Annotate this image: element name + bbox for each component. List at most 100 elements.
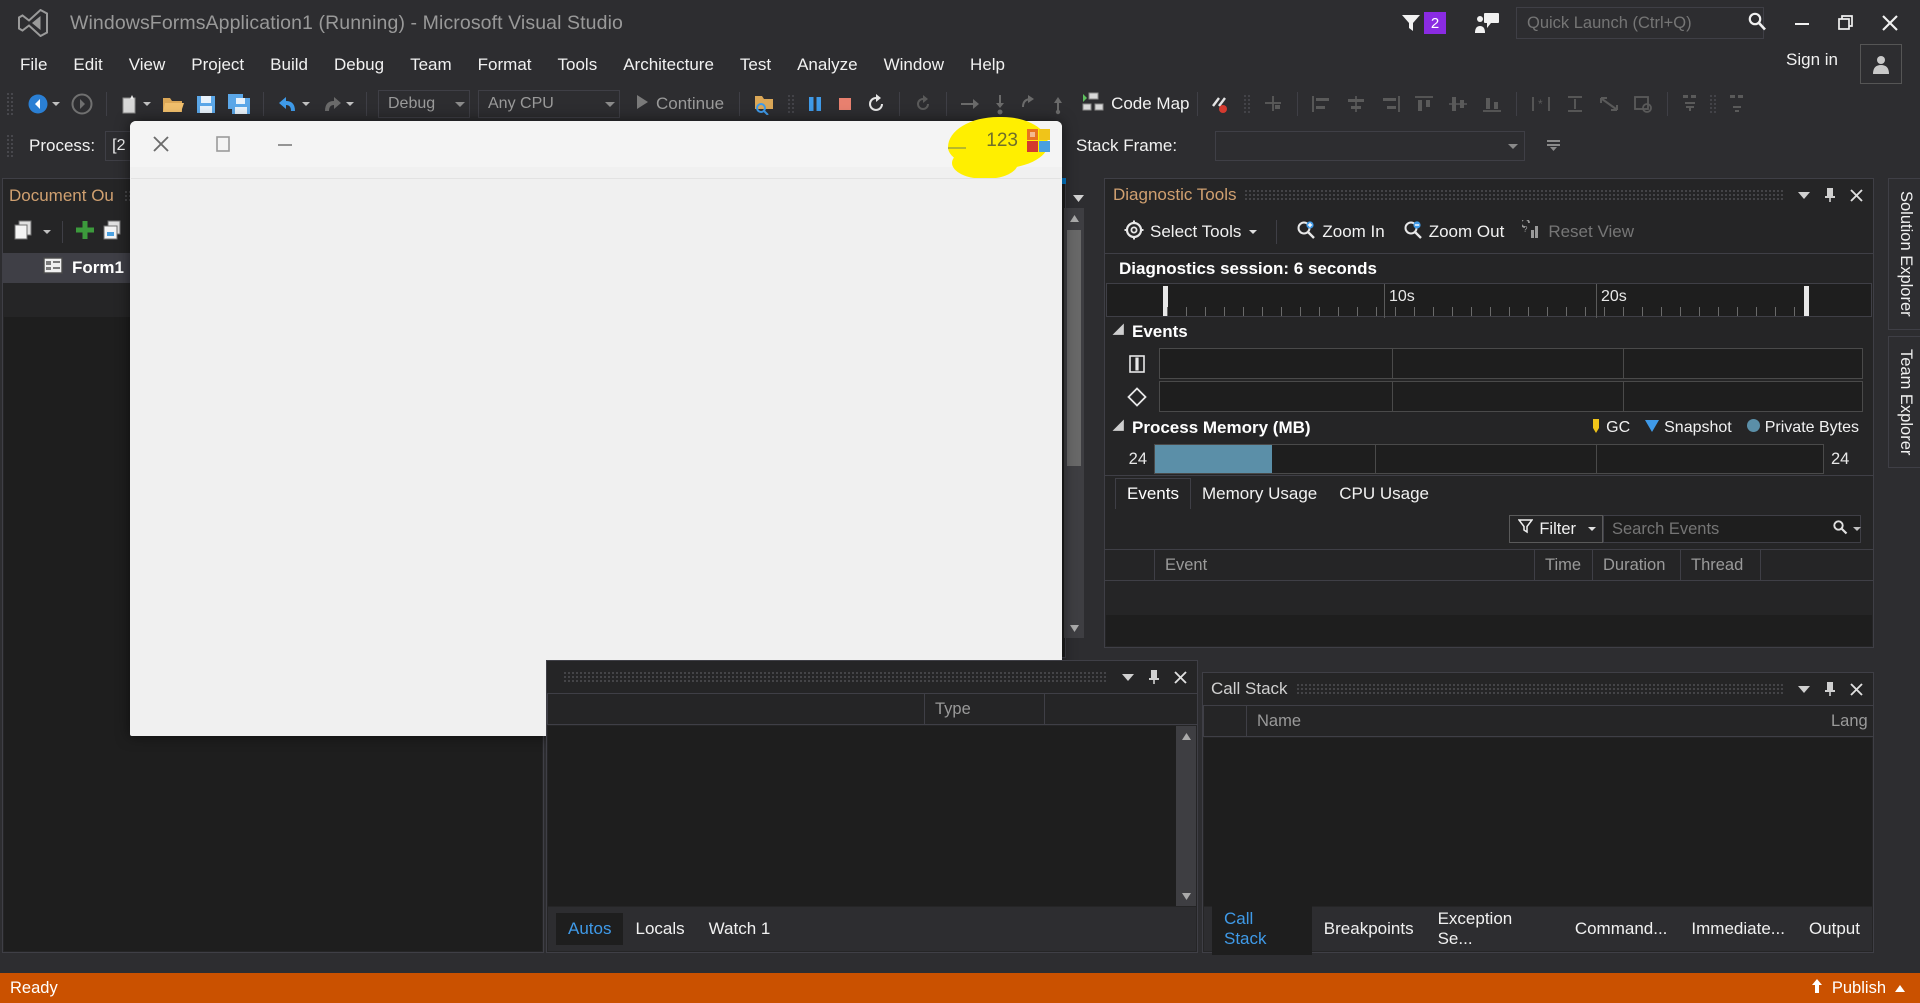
- add-icon[interactable]: [74, 219, 96, 246]
- duplicate-icon[interactable]: [102, 219, 124, 246]
- events-col-duration[interactable]: Duration: [1593, 550, 1681, 580]
- menu-item-file[interactable]: File: [7, 52, 60, 78]
- panel-drag-dots[interactable]: [563, 671, 1107, 683]
- menu-item-project[interactable]: Project: [178, 52, 257, 78]
- menu-item-debug[interactable]: Debug: [321, 52, 397, 78]
- continue-button[interactable]: Continue: [634, 93, 732, 116]
- chevron-down-icon[interactable]: [302, 102, 310, 106]
- form-client-area[interactable]: [131, 178, 1061, 735]
- search-events-input[interactable]: [1612, 519, 1832, 539]
- panel-drag-dots[interactable]: [1295, 683, 1783, 695]
- pin-icon[interactable]: [1817, 182, 1843, 208]
- tab-call-stack[interactable]: Call Stack: [1212, 903, 1312, 955]
- toolbar-grip[interactable]: [6, 92, 15, 116]
- menu-item-view[interactable]: View: [116, 52, 179, 78]
- autos-vertical-scrollbar[interactable]: [1176, 726, 1196, 906]
- chevron-down-icon[interactable]: [52, 102, 60, 106]
- tab-exception-se[interactable]: Exception Se...: [1426, 903, 1563, 955]
- events-col-event[interactable]: Event: [1155, 550, 1535, 580]
- close-icon[interactable]: [1843, 182, 1869, 208]
- right-tab-solution-explorer[interactable]: Solution Explorer: [1888, 178, 1920, 330]
- toolbar-overflow-icon[interactable]: [1708, 94, 1718, 114]
- restart-icon[interactable]: [860, 90, 892, 118]
- save-all-icon[interactable]: [222, 90, 256, 118]
- diagnostics-timeline-ruler[interactable]: 10s 20s: [1106, 283, 1872, 318]
- step-into-icon[interactable]: [986, 90, 1014, 118]
- tab-breakpoints[interactable]: Breakpoints: [1312, 913, 1426, 945]
- toolbar-grip[interactable]: [6, 134, 15, 158]
- form-maximize-button[interactable]: [192, 124, 254, 164]
- zoom-in-button[interactable]: Zoom In: [1289, 217, 1391, 248]
- search-events-box[interactable]: [1603, 515, 1861, 543]
- events-col-thread[interactable]: Thread: [1681, 550, 1761, 580]
- size-to-grid-icon[interactable]: [1592, 90, 1626, 118]
- diag-tab-events[interactable]: Events: [1115, 478, 1191, 509]
- attach-to-process-icon[interactable]: [747, 90, 783, 118]
- events-col-time[interactable]: Time: [1535, 550, 1593, 580]
- menu-item-test[interactable]: Test: [727, 52, 784, 78]
- menu-item-tools[interactable]: Tools: [545, 52, 611, 78]
- close-icon[interactable]: [1843, 676, 1869, 702]
- caret-up-icon[interactable]: [1894, 979, 1906, 998]
- align-to-grid-icon[interactable]: [1256, 90, 1290, 118]
- copy-icon[interactable]: [13, 219, 35, 246]
- align-rights-icon[interactable]: [1373, 90, 1407, 118]
- chevron-down-icon[interactable]: [1588, 527, 1596, 531]
- chevron-down-icon[interactable]: [1853, 527, 1861, 531]
- notifications-button[interactable]: 2: [1400, 12, 1446, 34]
- tab-command[interactable]: Command...: [1563, 913, 1680, 945]
- menu-item-edit[interactable]: Edit: [60, 52, 115, 78]
- reset-view-button[interactable]: ? Reset View: [1515, 217, 1641, 248]
- chevron-down-icon[interactable]: [143, 102, 151, 106]
- chevron-down-icon[interactable]: [1791, 676, 1817, 702]
- chevron-down-icon[interactable]: [605, 101, 615, 107]
- chevron-down-icon[interactable]: [43, 230, 51, 234]
- panel-drag-dots[interactable]: [1244, 189, 1783, 201]
- form-close-button[interactable]: [130, 124, 192, 164]
- stack-frame-combo[interactable]: [1215, 131, 1525, 161]
- diag-tab-cpu-usage[interactable]: CPU Usage: [1328, 479, 1440, 509]
- send-to-back-icon[interactable]: [1722, 90, 1752, 118]
- window-restore-button[interactable]: [1824, 4, 1868, 42]
- tab-immediate[interactable]: Immediate...: [1679, 913, 1797, 945]
- menu-item-format[interactable]: Format: [465, 52, 545, 78]
- scroll-down-arrow-icon[interactable]: [1064, 618, 1084, 638]
- align-middles-icon[interactable]: [1441, 90, 1475, 118]
- menu-item-help[interactable]: Help: [957, 52, 1018, 78]
- menu-item-team[interactable]: Team: [397, 52, 465, 78]
- stop-debugging-icon[interactable]: [830, 90, 860, 118]
- chevron-down-icon[interactable]: [1115, 664, 1141, 690]
- solution-platform-combo[interactable]: Any CPU: [478, 90, 620, 118]
- memory-section-header[interactable]: Process Memory (MB) GC Snapshot Private: [1105, 413, 1873, 443]
- solution-configuration-combo[interactable]: Debug: [378, 90, 470, 118]
- menu-item-build[interactable]: Build: [257, 52, 321, 78]
- show-next-statement-icon[interactable]: [907, 90, 939, 118]
- window-close-button[interactable]: [1868, 4, 1912, 42]
- memory-usage-chart[interactable]: [1154, 444, 1824, 474]
- navigate-back-icon[interactable]: [21, 90, 65, 118]
- call-stack-col-lang[interactable]: Lang: [1821, 706, 1873, 736]
- menu-item-analyze[interactable]: Analyze: [784, 52, 870, 78]
- tab-output[interactable]: Output: [1797, 913, 1872, 945]
- form-title-bar[interactable]: 123: [130, 117, 1062, 179]
- zoom-out-button[interactable]: Zoom Out: [1396, 217, 1512, 248]
- chevron-down-icon[interactable]: [1508, 143, 1518, 149]
- align-centers-icon[interactable]: [1339, 90, 1373, 118]
- diag-tab-memory-usage[interactable]: Memory Usage: [1191, 479, 1328, 509]
- align-tops-icon[interactable]: [1407, 90, 1441, 118]
- running-form-window[interactable]: 123: [130, 117, 1062, 736]
- chevron-down-icon[interactable]: [1249, 230, 1258, 234]
- pin-icon[interactable]: [1141, 664, 1167, 690]
- sign-in-button[interactable]: Sign in: [1786, 50, 1838, 70]
- scroll-up-arrow-icon[interactable]: [1064, 208, 1084, 228]
- events-break-track[interactable]: [1159, 348, 1863, 379]
- chevron-down-icon[interactable]: [346, 102, 354, 106]
- events-marker-track[interactable]: [1159, 381, 1863, 412]
- designer-vertical-scrollbar[interactable]: [1064, 208, 1084, 638]
- autos-col-blank[interactable]: [547, 694, 925, 724]
- search-icon[interactable]: [1832, 519, 1848, 540]
- step-up-icon[interactable]: [1044, 90, 1072, 118]
- feedback-icon[interactable]: [1474, 12, 1500, 34]
- designer-dropdown-icon[interactable]: [1072, 190, 1085, 208]
- scroll-down-arrow-icon[interactable]: [1176, 886, 1196, 906]
